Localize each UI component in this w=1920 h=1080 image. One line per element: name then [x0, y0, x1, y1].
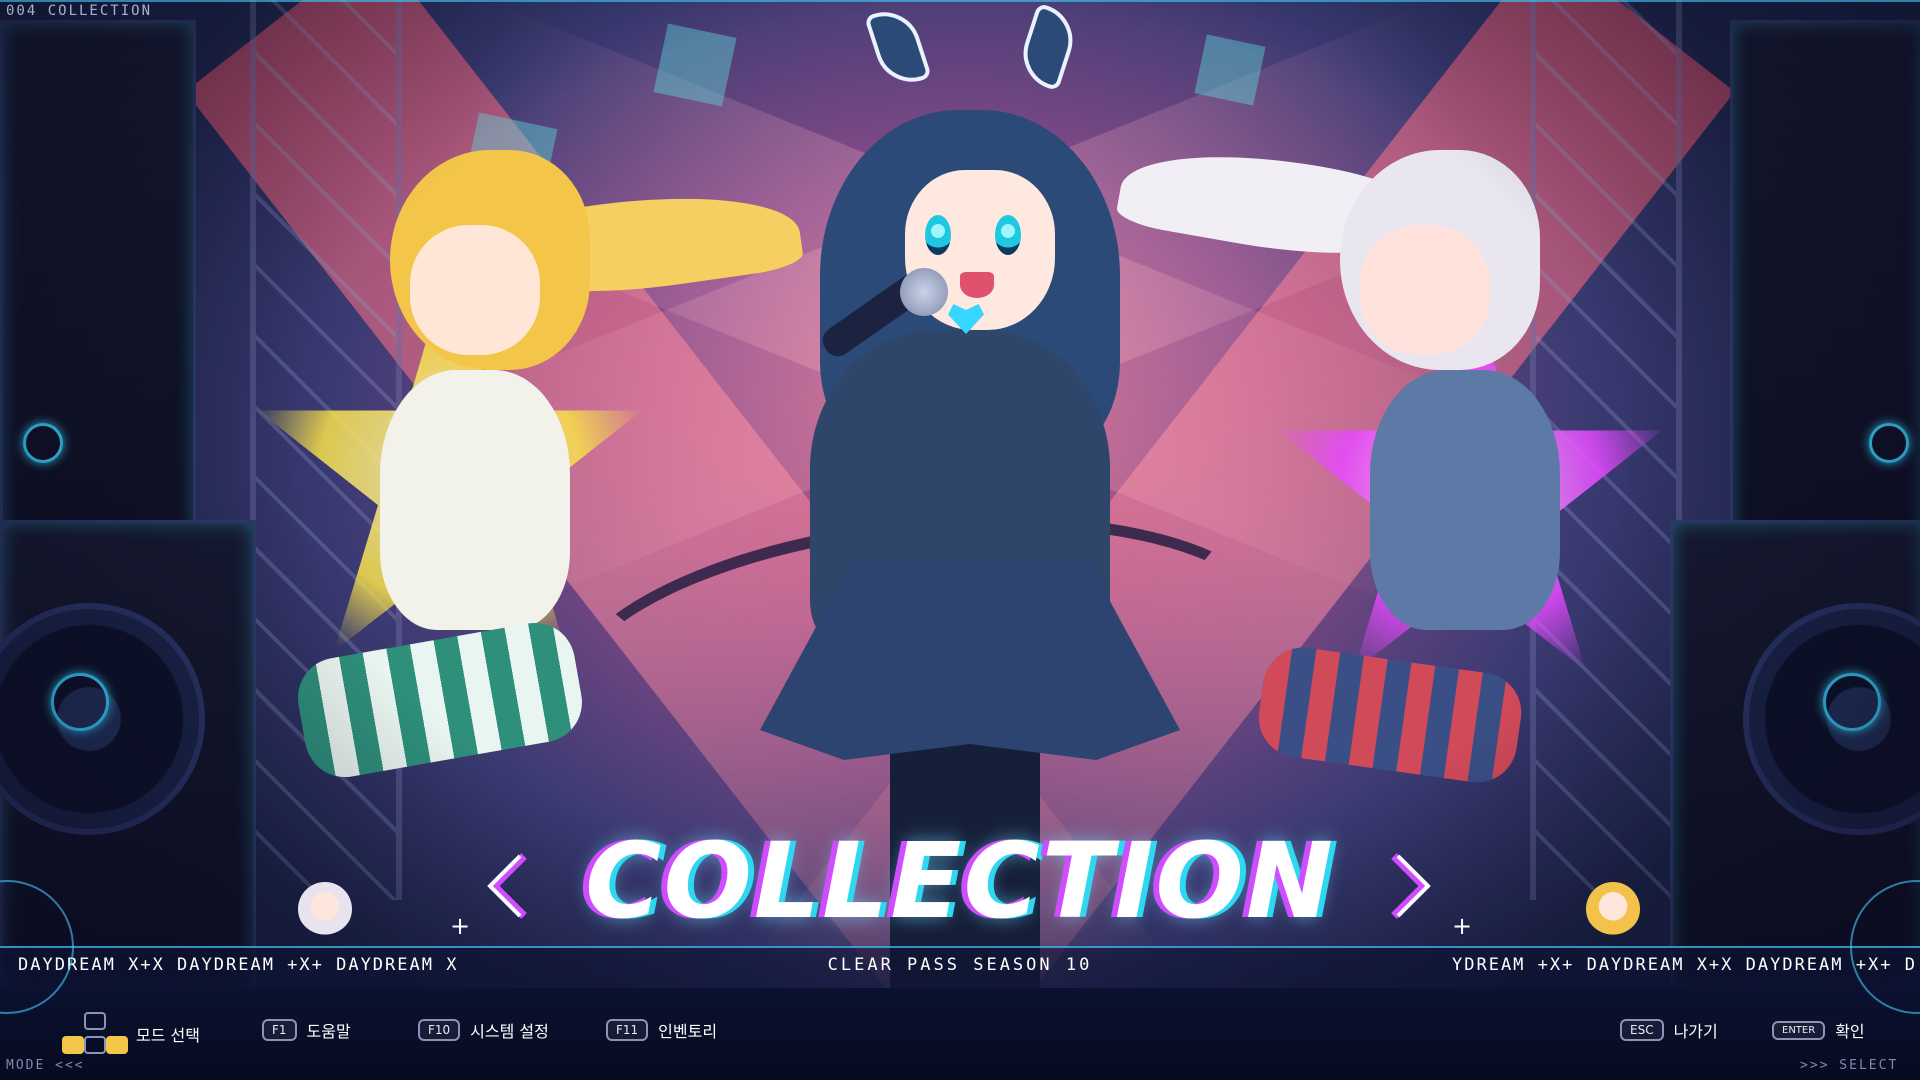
system-settings-label: 시스템 설정: [470, 1022, 549, 1041]
inventory-hint[interactable]: F11 인벤토리: [606, 1018, 717, 1042]
mode-corner-label: MODE <<<: [6, 1058, 85, 1073]
season-subtitle: CLEAR PASS SEASON 10: [827, 955, 1093, 975]
confirm-hint[interactable]: ENTER 확인: [1772, 1018, 1865, 1042]
exit-hint[interactable]: ESC 나가기: [1620, 1018, 1718, 1042]
inventory-label: 인벤토리: [658, 1022, 718, 1041]
screen-tag: 004 COLLECTION: [6, 3, 153, 19]
mode-select-hint[interactable]: 모드 선택: [60, 1012, 200, 1056]
f1-key: F1: [262, 1019, 297, 1041]
f10-key: F10: [418, 1019, 461, 1041]
esc-key: ESC: [1620, 1019, 1664, 1041]
title-block: COLLECTION: [480, 820, 1440, 960]
mode-select-label: 모드 선택: [136, 1026, 200, 1045]
enter-key: ENTER: [1772, 1020, 1826, 1040]
plus-marker: +: [450, 912, 471, 940]
system-settings-hint[interactable]: F10 시스템 설정: [418, 1018, 549, 1042]
help-label: 도움말: [306, 1022, 351, 1041]
confirm-label: 확인: [1835, 1022, 1865, 1041]
exit-label: 나가기: [1673, 1022, 1718, 1041]
dpad-icon: [60, 1012, 128, 1056]
avatar-left[interactable]: [298, 882, 352, 936]
help-hint[interactable]: F1 도움말: [262, 1018, 351, 1042]
plus-marker: +: [1452, 912, 1473, 940]
page-title: COLLECTION: [585, 820, 1335, 942]
avatar-right[interactable]: [1586, 882, 1640, 936]
f11-key: F11: [606, 1019, 649, 1041]
top-frame-line: [0, 0, 1920, 2]
select-corner-label: >>> SELECT: [1800, 1058, 1899, 1073]
